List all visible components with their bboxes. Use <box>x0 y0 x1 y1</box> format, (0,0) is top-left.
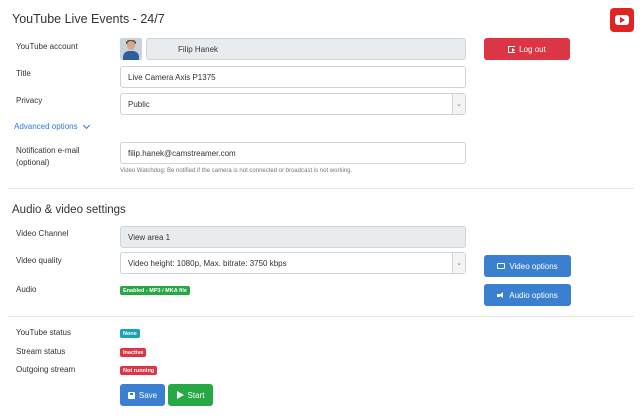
advanced-options-link[interactable]: Advanced options <box>14 121 90 131</box>
chevron-down-icon <box>82 121 90 129</box>
save-button-label: Save <box>138 390 158 400</box>
save-button[interactable]: Save <box>120 384 165 406</box>
advanced-options-label: Advanced options <box>14 122 78 131</box>
chevron-down-icon: ⌄ <box>452 94 465 114</box>
account-name-field: Filip Hanek <box>146 38 466 60</box>
avatar <box>120 38 142 60</box>
stream-status-badge: Inactive <box>120 348 147 357</box>
notification-help-text: Video Watchdog: Be notified if the camer… <box>120 168 353 174</box>
play-icon <box>176 391 184 399</box>
audio-label: Audio <box>16 285 37 294</box>
save-icon <box>127 391 135 399</box>
video-channel-field: View area 1 <box>120 226 466 248</box>
start-button-label: Start <box>187 390 205 400</box>
audio-options-label: Audio options <box>509 290 558 300</box>
video-quality-label: Video quality <box>16 256 62 265</box>
chevron-down-icon: ⌄ <box>452 253 465 273</box>
notification-email-label: Notification e-mail (optional) <box>16 145 80 169</box>
privacy-select[interactable]: Public ⌄ <box>120 93 466 115</box>
outgoing-stream-badge: Not running <box>120 366 158 375</box>
youtube-status-badge: None <box>120 329 140 338</box>
privacy-select-value: Public <box>128 99 150 109</box>
video-quality-value: Video height: 1080p, Max. bitrate: 3750 … <box>128 258 287 268</box>
video-options-label: Video options <box>509 261 558 271</box>
video-icon <box>497 263 506 269</box>
logout-button[interactable]: Log out <box>484 38 570 60</box>
video-channel-label: Video Channel <box>16 229 69 238</box>
account-name: Filip Hanek <box>178 44 219 54</box>
audio-status-badge: Enabled - MP3 / MKA file <box>120 286 190 295</box>
title-input-value: Live Camera Axis P1375 <box>128 72 216 82</box>
notification-email-label-line2: (optional) <box>16 158 50 167</box>
divider <box>8 188 634 189</box>
video-channel-value: View area 1 <box>128 232 171 242</box>
stream-status-label: Stream status <box>16 347 66 356</box>
speaker-icon <box>497 291 505 299</box>
outgoing-stream-label: Outgoing stream <box>16 365 76 374</box>
youtube-status-label: YouTube status <box>16 328 72 337</box>
youtube-icon <box>610 8 634 32</box>
audio-options-button[interactable]: Audio options <box>484 284 571 306</box>
privacy-label: Privacy <box>16 96 43 105</box>
logout-icon <box>508 45 516 53</box>
title-input[interactable]: Live Camera Axis P1375 <box>120 66 466 88</box>
title-label: Title <box>16 69 31 78</box>
start-button[interactable]: Start <box>168 384 213 406</box>
logout-button-label: Log out <box>519 44 546 54</box>
notification-email-label-line1: Notification e-mail <box>16 146 80 155</box>
youtube-account-label: YouTube account <box>16 42 78 51</box>
notification-email-value: filip.hanek@camstreamer.com <box>128 148 236 158</box>
av-section-title: Audio & video settings <box>12 204 126 216</box>
divider <box>8 316 634 317</box>
video-options-button[interactable]: Video options <box>484 255 571 277</box>
page-title: YouTube Live Events - 24/7 <box>12 12 165 26</box>
notification-email-input[interactable]: filip.hanek@camstreamer.com <box>120 142 466 164</box>
video-quality-select[interactable]: Video height: 1080p, Max. bitrate: 3750 … <box>120 252 466 274</box>
